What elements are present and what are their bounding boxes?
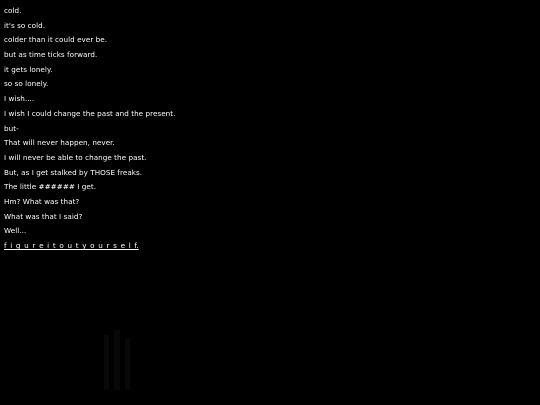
decorative-bar <box>125 338 130 390</box>
text-line-12: But, as I get stalked by THOSE freaks. <box>4 167 143 177</box>
text-line-15: What was that I said? <box>4 211 83 221</box>
text-line-9: but- <box>4 123 19 133</box>
text-line-1: cold. <box>4 6 22 15</box>
text-line-14: Hm? What was that? <box>4 196 80 206</box>
text-line-8: I wish I could change the past and the p… <box>4 108 176 118</box>
text-line-16: Well... <box>4 226 27 236</box>
text-block: cold. it's so cold. colder than it could… <box>4 4 176 254</box>
text-line-10: That will never happen, never. <box>4 138 115 148</box>
text-line-7: I wish.... <box>4 94 35 104</box>
text-line-6: so so lonely. <box>4 79 49 89</box>
text-line-3: colder than it could ever be. <box>4 35 108 45</box>
text-line-11: I will never be able to change the past. <box>4 152 147 162</box>
text-line-2: it's so cold. <box>4 20 46 30</box>
decorative-bar <box>104 335 109 390</box>
text-line-13: The little ###### I get. <box>4 182 97 192</box>
decorative-bar <box>114 330 120 390</box>
text-line-17: f_i_g_u_r_e_i_t_o_u_t_y_o_u_r_s_e_l_f. <box>4 241 139 250</box>
text-line-5: it gets lonely. <box>4 64 53 74</box>
text-line-4: but as time ticks forward. <box>4 50 98 60</box>
